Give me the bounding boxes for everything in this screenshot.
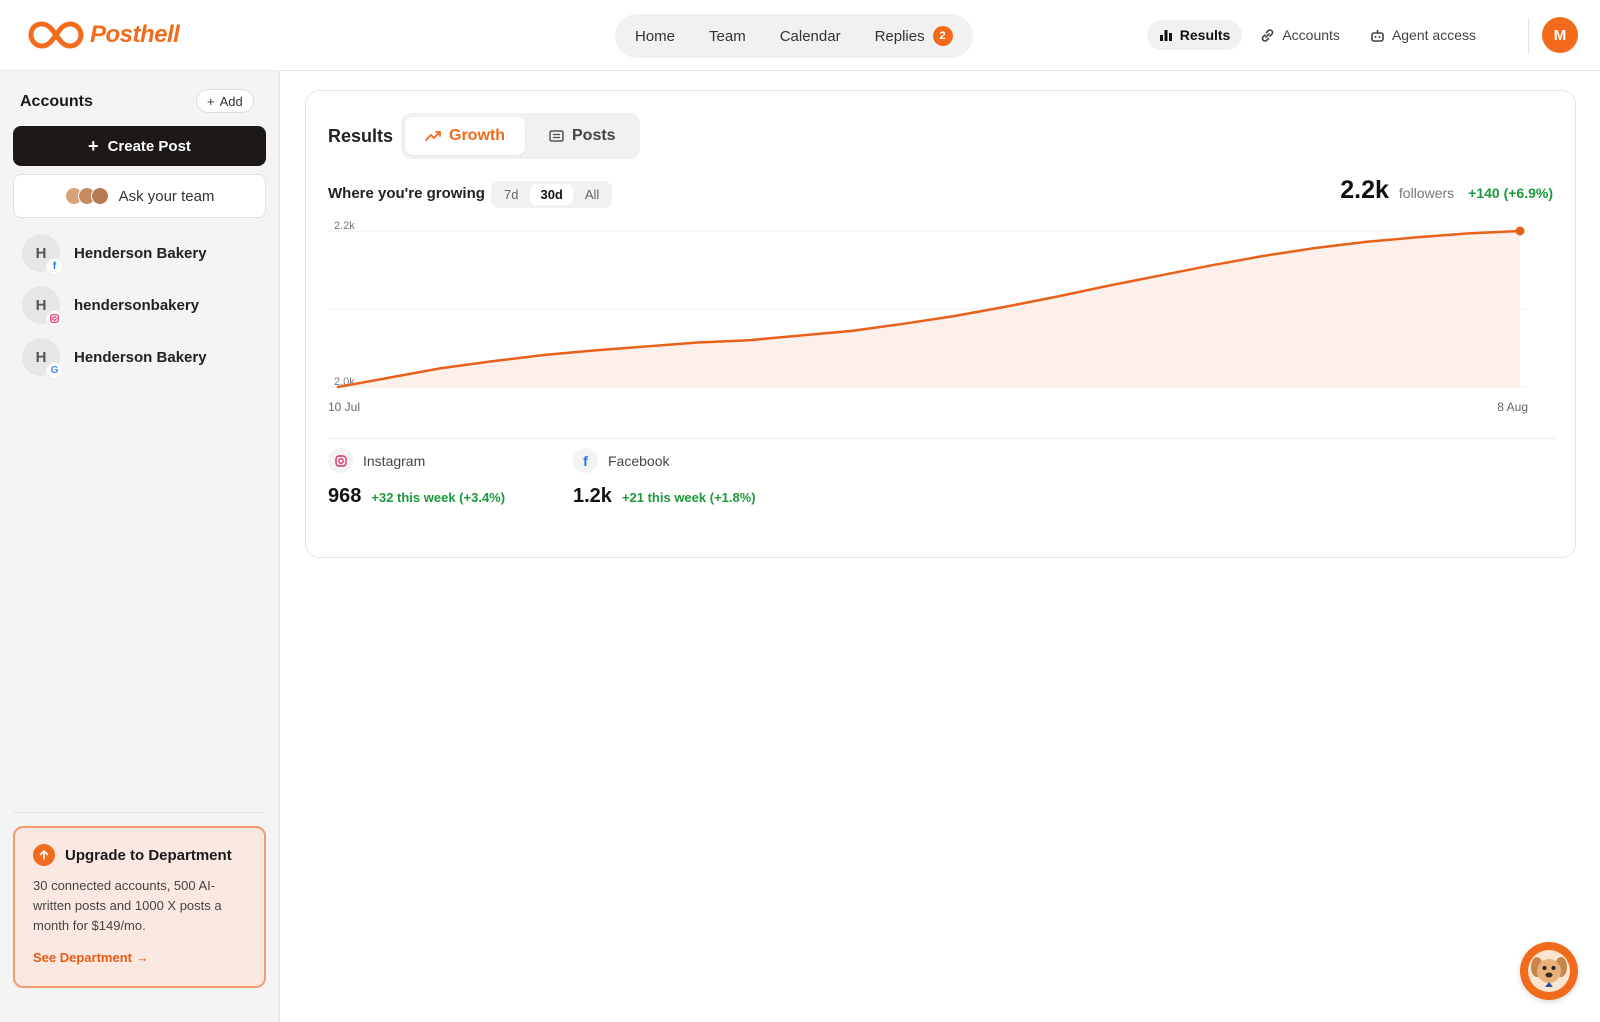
account-initial: H [35,244,47,262]
platform-change: +21 this week (+1.8%) [621,490,756,505]
instagram-icon [328,448,353,473]
platform-name: Facebook [608,452,670,469]
plus-icon: + [207,93,215,109]
robot-icon [1371,29,1384,42]
dog-mascot-icon [1528,950,1570,992]
nav-agent-access-label: Agent access [1391,27,1476,43]
sidebar-heading: Accounts [20,93,93,110]
platform-followers: 968 [328,485,362,507]
chart-divider [328,438,1556,439]
nav-divider [1528,18,1529,54]
platform-name: Instagram [363,452,426,469]
account-initial: H [35,348,47,366]
arrow-up-icon [33,844,55,866]
results-title: Results [328,126,394,146]
right-nav: Results Accounts Agent access [1146,20,1488,50]
team-avatars [64,187,109,205]
user-avatar[interactable]: M [1542,17,1578,53]
top-bar: Posthell Home Team Calendar Replies 2 Re… [0,0,1600,71]
platform-values: 1.2k +21 this week (+1.8%) [573,485,756,508]
nav-replies[interactable]: Replies 2 [875,26,953,46]
growth-subtitle: Where you're growing [328,185,485,202]
followers-change: +140 (+6.9%) [1468,185,1553,201]
brand-logo[interactable]: Posthell [28,20,180,50]
instagram-icon [46,310,63,327]
brand-name: Posthell [90,21,180,48]
ask-team-button[interactable]: Ask your team [13,174,266,218]
replies-count-badge: 2 [932,26,953,46]
upgrade-description: 30 connected accounts, 500 AI-written po… [33,878,222,933]
tab-posts-label: Posts [572,127,616,144]
tab-growth-label: Growth [449,127,505,144]
growth-chart: 2.2k2.0k10 Jul 8 Aug [328,220,1528,414]
platform-values: 968 +32 this week (+3.4%) [328,485,505,508]
account-name: Henderson Bakery [74,348,207,366]
google-icon: G [46,362,63,379]
facebook-icon: f [573,448,598,473]
account-item[interactable]: H f Henderson Bakery [22,234,207,275]
results-tabs: Growth Posts [401,113,640,159]
ask-team-label: Ask your team [118,187,215,205]
platform-change: +32 this week (+3.4%) [371,490,506,505]
add-account-button[interactable]: + Add [196,89,254,113]
range-30d[interactable]: 30d [530,184,573,205]
plus-icon: + [88,136,99,156]
nav-replies-label: Replies [874,27,925,45]
infinity-logo-icon [28,21,84,49]
create-post-button[interactable]: + Create Post [13,126,266,166]
account-name: hendersonbakery [74,296,200,314]
y-tick-label: 2.2k [334,220,355,232]
range-selector: 7d 30d All [491,181,613,208]
add-account-label: Add [219,93,243,109]
upgrade-card: Upgrade to Department 30 connected accou… [13,826,266,988]
assistant-mascot-button[interactable] [1520,942,1578,1000]
account-item[interactable]: H hendersonbakery [22,286,200,327]
followers-summary: 2.2k followers +140 (+6.9%) [1340,176,1553,205]
create-post-label: Create Post [107,137,191,155]
range-all[interactable]: All [575,184,609,205]
account-name: Henderson Bakery [74,244,207,262]
upgrade-title-row: Upgrade to Department [33,844,246,866]
nav-team[interactable]: Team [709,28,746,45]
tab-posts[interactable]: Posts [529,117,636,155]
main-nav: Home Team Calendar Replies 2 [615,14,973,58]
account-avatar: H f [22,234,63,275]
account-initial: H [35,296,47,314]
platform-stat-instagram: Instagram 968 +32 this week (+3.4%) [328,448,505,508]
link-icon [1262,28,1274,42]
followers-value: 2.2k [1340,176,1389,204]
account-avatar: H [22,286,63,327]
x-end-label: 8 Aug [1497,400,1528,414]
account-item[interactable]: H G Henderson Bakery [22,338,207,379]
nav-home[interactable]: Home [635,28,675,45]
nav-results-label: Results [1179,27,1231,43]
range-7d[interactable]: 7d [494,184,528,205]
tab-growth[interactable]: Growth [405,117,525,155]
platform-followers: 1.2k [573,485,612,507]
x-start-label: 10 Jul [328,400,360,414]
nav-accounts-label: Accounts [1282,27,1340,43]
trending-up-icon [425,131,441,141]
nav-results[interactable]: Results [1146,20,1243,50]
nav-calendar[interactable]: Calendar [780,28,841,45]
platform-header: f Facebook [573,448,756,473]
platform-header: Instagram [328,448,505,473]
upgrade-title: Upgrade to Department [65,846,232,864]
team-avatar [90,187,109,205]
facebook-icon: f [46,258,63,275]
account-avatar: H G [22,338,63,379]
series-endpoint [1515,226,1525,236]
results-card: Results Growth Posts Where you're growin… [305,90,1576,558]
list-icon [549,130,564,142]
platform-stat-facebook: f Facebook 1.2k +21 this week (+1.8%) [573,448,756,508]
nav-agent-access[interactable]: Agent access [1358,20,1488,50]
nav-accounts[interactable]: Accounts [1248,20,1352,50]
sidebar-divider [13,812,266,813]
sidebar: Accounts + Add + Create Post Ask your te… [0,71,280,1022]
followers-label: followers [1398,185,1455,201]
bar-chart-icon [1159,30,1172,41]
see-department-link[interactable]: See Department → [33,950,246,965]
